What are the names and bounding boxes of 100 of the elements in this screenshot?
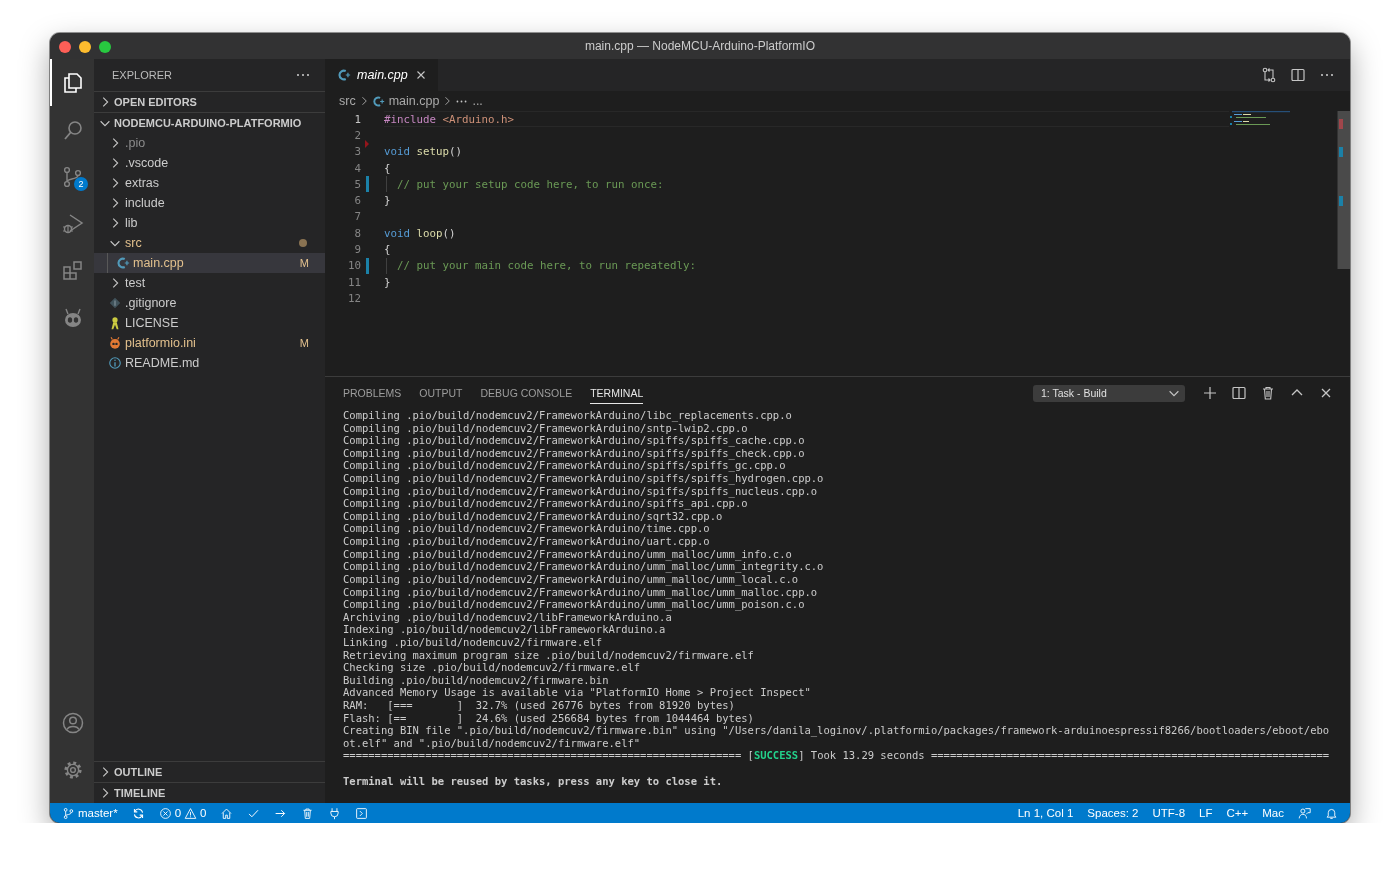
status-item[interactable]: Ln 1, Col 1: [1017, 807, 1074, 819]
terminal-line: =============================================================== [SUCCESS] Took 13.29 seconds ===============================================================: [343, 749, 1331, 763]
terminal-line: Indexing .pio/build/nodemcuv2/libFrameworkArduino.a: [343, 623, 667, 636]
terminal-line: Flash: [== ] 24.6% (used 256684 bytes from 1044464 bytes): [343, 711, 755, 725]
problems-indicator[interactable]: 0 0: [158, 806, 207, 820]
code-line: }: [384, 275, 391, 289]
folder-row[interactable]: extras: [94, 173, 325, 193]
code-line: // put your setup code here, to run once:: [396, 177, 664, 191]
file-row[interactable]: platformio.ini M: [94, 333, 325, 353]
line-number: 9: [353, 243, 361, 256]
terminal-line: Compiling .pio/build/nodemcuv2/FrameworkArduino/sqrt32.cpp.o: [343, 509, 723, 523]
folder-row[interactable]: src: [94, 233, 325, 253]
trash-icon[interactable]: [1260, 385, 1276, 401]
section-header[interactable]: TIMELINE: [94, 783, 325, 803]
terminal-line: Compiling .pio/build/nodemcuv2/FrameworkArduino/umm_malloc/umm_info.c.o: [343, 547, 793, 561]
file-row[interactable]: LICENSE: [94, 313, 325, 333]
terminal-line: Building .pio/build/nodemcuv2/firmware.bin: [343, 673, 610, 687]
line-number: 12: [347, 291, 361, 305]
panel-tab[interactable]: TERMINAL: [590, 382, 644, 404]
files-icon[interactable]: [61, 70, 85, 95]
plug-icon[interactable]: [328, 806, 342, 820]
status-item[interactable]: Spaces: 2: [1087, 807, 1139, 819]
line-number: 1: [353, 112, 361, 126]
code-line: {: [384, 243, 391, 256]
feedback-icon[interactable]: [1298, 806, 1311, 820]
panel-tab[interactable]: PROBLEMS: [343, 382, 402, 404]
folder-row[interactable]: include: [94, 193, 325, 213]
panel-tab[interactable]: OUTPUT: [419, 382, 463, 404]
code-line: {: [384, 161, 391, 175]
plus-icon[interactable]: [1202, 385, 1218, 401]
terminal-line: RAM: [=== ] 32.7% (used 26776 bytes from 81920 bytes): [343, 699, 736, 712]
terminal-line: Archiving .pio/build/nodemcuv2/libFrameworkArduino.a: [343, 610, 672, 624]
terminal-line: Compiling .pio/build/nodemcuv2/FrameworkArduino/umm_malloc/umm_poison.c.o: [343, 598, 805, 611]
status-item[interactable]: LF: [1199, 807, 1213, 819]
file-row[interactable]: .gitignore: [94, 293, 325, 313]
folder-row[interactable]: .vscode: [94, 153, 325, 173]
editor-tab[interactable]: main.cpp: [325, 59, 438, 91]
line-number: 10: [347, 259, 361, 273]
terminal-line: ot.elf" and ".pio/build/nodemcuv2/firmware.elf": [343, 736, 642, 750]
code-line: #include <Arduino.h>: [384, 112, 515, 126]
section-header[interactable]: OPEN EDITORS: [94, 92, 325, 112]
terminal-line: Compiling .pio/build/nodemcuv2/FrameworkArduino/umm_malloc/umm_malloc.cpp.o: [343, 585, 819, 599]
panel-tab[interactable]: DEBUG CONSOLE: [480, 382, 573, 404]
status-item[interactable]: UTF-8: [1152, 807, 1186, 819]
section-header[interactable]: OUTLINE: [94, 762, 325, 782]
terminal-line: Advanced Memory Usage is available via "PlatformIO Home > Project Inspect": [343, 686, 812, 699]
line-number: 3: [353, 145, 361, 159]
terminal-line: Retrieving maximum program size .pio/build/nodemcuv2/firmware.elf: [343, 648, 755, 662]
status-item[interactable]: C++: [1226, 807, 1249, 819]
code-line: void loop(): [384, 226, 456, 240]
terminal-line: Compiling .pio/build/nodemcuv2/FrameworkArduino/umm_malloc/umm_local.c.o: [343, 572, 799, 586]
line-number: 11: [347, 275, 361, 289]
close-window-button[interactable]: [59, 41, 71, 53]
terminal-line: Compiling .pio/build/nodemcuv2/FrameworkArduino/sntp-lwip2.cpp.o: [343, 421, 748, 435]
status-item[interactable]: Mac: [1262, 807, 1284, 819]
file-row[interactable]: README.md: [94, 353, 325, 373]
home-icon[interactable]: [220, 806, 234, 820]
modified-dot: [299, 239, 307, 247]
cpp-file-icon: [337, 68, 351, 82]
bell-icon[interactable]: [1325, 806, 1338, 820]
terminal-line: Compiling .pio/build/nodemcuv2/FrameworkArduino/umm_malloc/umm_integrity.c.o: [343, 560, 825, 573]
split-editor-icon[interactable]: [1231, 385, 1247, 401]
line-number: 5: [353, 177, 361, 191]
cpp-file-icon: [116, 256, 130, 270]
branch-icon: [62, 806, 75, 820]
branch-indicator[interactable]: master*: [62, 806, 118, 820]
scrollbar[interactable]: [1337, 111, 1350, 269]
folder-row[interactable]: lib: [94, 213, 325, 233]
terminal-line: Compiling .pio/build/nodemcuv2/FrameworkArduino/spiffs/spiffs_hydrogen.cpp.o: [343, 472, 825, 485]
folder-row[interactable]: .pio: [94, 133, 325, 153]
breadcrumb-item[interactable]: src: [339, 94, 356, 108]
cpp-file-icon: [371, 94, 385, 108]
diamond-icon: [108, 296, 122, 310]
breadcrumb-item[interactable]: main.cpp: [371, 94, 440, 108]
info-icon: [108, 356, 122, 370]
terminal-icon[interactable]: [355, 806, 369, 820]
terminal-line: Compiling .pio/build/nodemcuv2/FrameworkArduino/spiffs/spiffs_gc.cpp.o: [343, 459, 786, 473]
section-header[interactable]: NODEMCU-ARDUINO-PLATFORMIO: [94, 113, 325, 133]
compare-changes-icon[interactable]: [1261, 67, 1277, 83]
terminal-line: Terminal will be reused by tasks, press any key to close it.: [343, 774, 724, 788]
line-number: 4: [353, 161, 361, 175]
terminal-line: Compiling .pio/build/nodemcuv2/FrameworkArduino/spiffs/spiffs_nucleus.cpp.o: [343, 484, 818, 498]
extensions-icon[interactable]: [61, 258, 85, 283]
code-line: }: [384, 194, 391, 208]
breadcrumb-item[interactable]: ...: [455, 94, 483, 108]
run-debug-icon[interactable]: [61, 211, 85, 236]
file-row[interactable]: main.cpp M: [94, 253, 325, 273]
terminal-dropdown[interactable]: 1: Task - Build: [1033, 384, 1185, 402]
folder-row[interactable]: test: [94, 273, 325, 293]
terminal-line: Checking size .pio/build/nodemcuv2/firmware.elf: [343, 661, 642, 674]
line-number: 8: [353, 226, 361, 240]
terminal-line: Compiling .pio/build/nodemcuv2/FrameworkArduino/spiffs/spiffs_cache.cpp.o: [343, 434, 806, 447]
minimize-window-button[interactable]: [79, 41, 91, 53]
line-number: 6: [353, 194, 361, 208]
sync-icon[interactable]: [131, 806, 145, 820]
zoom-window-button[interactable]: [99, 41, 111, 53]
code-line: // put your main code here, to run repeatedly:: [396, 259, 696, 273]
split-editor-icon[interactable]: [1290, 67, 1306, 83]
account-icon[interactable]: [61, 710, 85, 735]
alien-icon: [108, 336, 122, 350]
